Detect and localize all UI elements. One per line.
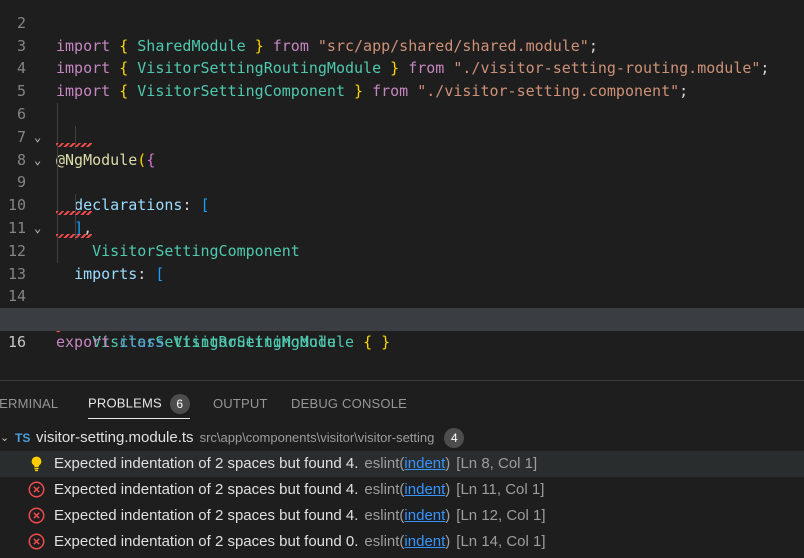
code-line[interactable]: 7 ⌄ declarations: [	[0, 102, 804, 214]
problem-location: [Ln 12, Col 1]	[456, 507, 546, 524]
code-line[interactable]: 3 import { VisitorSettingRoutingModule }…	[0, 12, 804, 78]
error-squiggle	[56, 142, 92, 147]
code-text: export class VisitorSettingModule { }	[56, 332, 391, 351]
problem-rule-link[interactable]: indent	[404, 533, 445, 550]
problem-source: eslint	[364, 507, 400, 524]
problem-rule-link[interactable]: indent	[404, 455, 445, 472]
file-name: visitor-setting.module.ts	[36, 429, 194, 446]
tab-output[interactable]: OUTPUT	[213, 396, 268, 411]
error-icon	[28, 533, 45, 550]
line-number: 16	[7, 332, 26, 351]
error-icon	[28, 507, 45, 524]
problem-item[interactable]: Expected indentation of 2 spaces but fou…	[0, 477, 804, 503]
problem-message: Expected indentation of 2 spaces but fou…	[54, 507, 359, 524]
code-line[interactable]: 9 ],	[0, 148, 804, 237]
code-line-current[interactable]: 16	[0, 308, 804, 351]
problem-message: Expected indentation of 2 spaces but fou…	[54, 455, 359, 472]
indent-guide	[57, 171, 58, 195]
chevron-down-icon[interactable]: ⌄	[0, 425, 9, 451]
code-lines: 2 import { SharedModule } from "src/app/…	[0, 0, 804, 351]
problem-item[interactable]: Expected indentation of 2 spaces but fou…	[0, 529, 804, 555]
indent-guide	[57, 148, 58, 172]
problems-file-row[interactable]: ⌄ TS visitor-setting.module.ts src\app\co…	[0, 425, 804, 451]
tab-problems[interactable]: PROBLEMS 6	[88, 394, 190, 419]
error-squiggle	[56, 233, 92, 238]
indent-guide	[57, 239, 58, 263]
problem-source: eslint	[364, 533, 400, 550]
tab-debug-console[interactable]: DEBUG CONSOLE	[291, 396, 407, 411]
error-squiggle	[56, 210, 92, 215]
code-editor[interactable]: 2 import { SharedModule } from "src/app/…	[0, 0, 804, 380]
code-line[interactable]: 14 })	[0, 263, 804, 328]
problem-location: [Ln 8, Col 1]	[456, 455, 538, 472]
file-problem-count: 4	[444, 428, 465, 449]
code-line[interactable]: 8 VisitorSettingComponent	[0, 125, 804, 260]
panel-tabs: TERMINAL PROBLEMS 6 OUTPUT DEBUG CONSOLE	[0, 381, 804, 425]
code-line[interactable]: 10 ⌄ imports: [	[0, 171, 804, 283]
code-line[interactable]: 5	[0, 57, 804, 100]
tab-terminal[interactable]: TERMINAL	[0, 396, 58, 411]
problem-location: [Ln 11, Col 1]	[456, 481, 545, 498]
problem-message: Expected indentation of 2 spaces but fou…	[54, 481, 359, 498]
code-line[interactable]: 12 VisitorSettingRoutingModule	[0, 216, 804, 351]
code-line[interactable]: 11 SharedModule,	[0, 194, 804, 328]
problems-count-badge: 6	[169, 394, 190, 414]
problem-item[interactable]: Expected indentation of 2 spaces but fou…	[0, 503, 804, 529]
problem-message: Expected indentation of 2 spaces but fou…	[54, 533, 359, 550]
lightbulb-icon	[31, 456, 42, 472]
code-line[interactable]: 6 ⌄ @NgModule({	[0, 80, 804, 169]
problem-item[interactable]: Expected indentation of 2 spaces but fou…	[0, 451, 804, 477]
problem-rule-link[interactable]: indent	[404, 507, 445, 524]
code-line[interactable]: 2 import { SharedModule } from "src/app/…	[0, 0, 804, 55]
bottom-panel: TERMINAL PROBLEMS6 OUTPUT DEBUG CONSOLE …	[0, 380, 804, 558]
code-line[interactable]: 15 export class VisitorSettingModule { }	[0, 285, 804, 351]
problem-source: eslint	[364, 455, 400, 472]
code-line[interactable]: 4 import { VisitorSettingComponent } fro…	[0, 35, 804, 100]
indent-guide	[57, 102, 58, 126]
problem-location: [Ln 14, Col 1]	[456, 533, 546, 550]
problem-source: eslint	[364, 481, 400, 498]
tab-problems-label: PROBLEMS	[88, 395, 162, 411]
problem-rule-link[interactable]: indent	[404, 481, 445, 498]
error-icon	[28, 481, 45, 498]
file-path: src\app\components\visitor\visitor-setti…	[199, 430, 435, 445]
typescript-file-icon: TS	[15, 431, 31, 445]
code-line[interactable]: 13 ]	[0, 239, 804, 328]
